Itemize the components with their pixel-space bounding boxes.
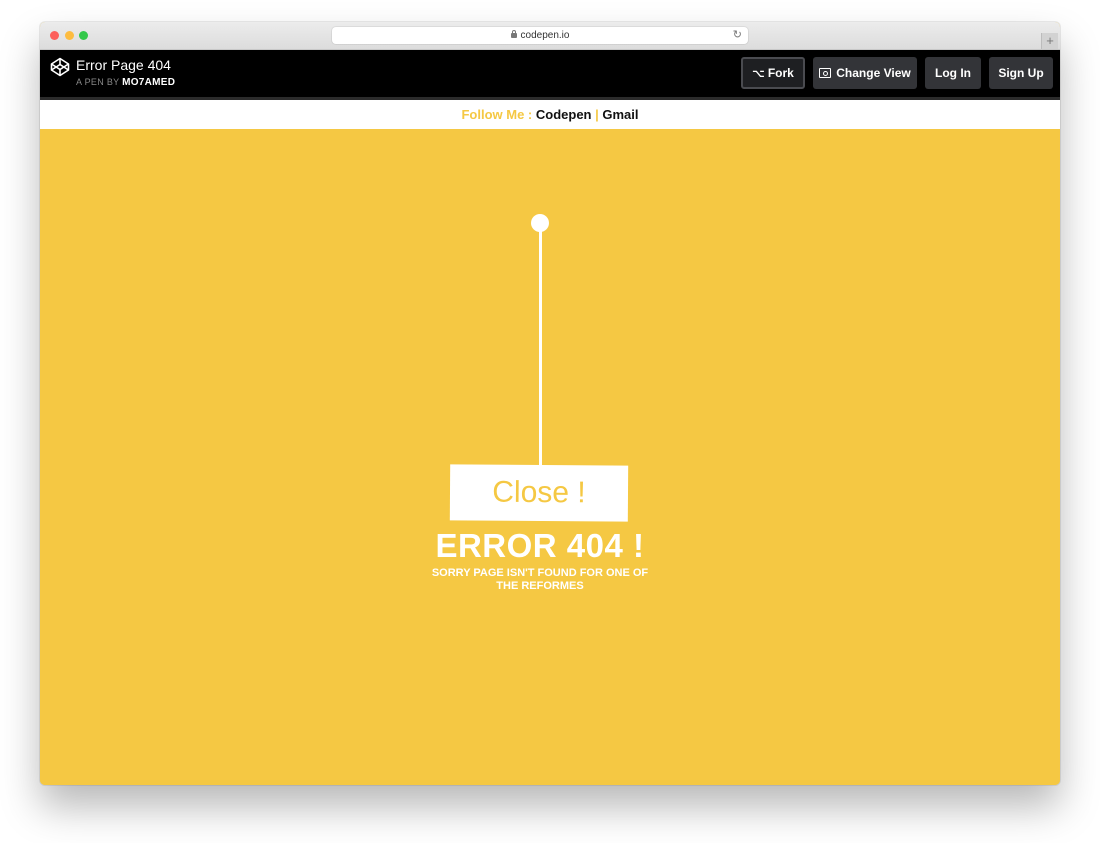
error-stage: Close ! ERROR 404 ! SORRY PAGE ISN'T FOU… [40,129,1060,785]
follow-separator: | [595,107,599,122]
byline-prefix: A PEN BY [76,77,120,87]
error-title: ERROR 404 ! [435,527,645,564]
lock-icon [510,30,517,38]
codepen-header: Error Page 404 A PEN BY MO7AMED ⌥ Fork Ch… [40,50,1060,100]
sign-string [539,229,542,466]
url-text: codepen.io [520,30,570,41]
browser-titlebar: codepen.io ↻ + [40,22,1060,50]
change-view-button[interactable]: Change View [813,57,917,89]
pen-byline: A PEN BY MO7AMED [76,76,175,89]
change-view-label: Change View [836,66,911,80]
error-subtitle: SORRY PAGE ISN'T FOUND FOR ONE OF THE RE… [431,567,649,592]
browser-window: codepen.io ↻ + Error Page 404 A PEN BY M… [40,22,1060,785]
close-sign[interactable]: Close ! [449,464,629,522]
pen-title[interactable]: Error Page 404 [76,57,171,73]
fork-label: Fork [767,66,794,80]
author-link[interactable]: MO7AMED [122,77,175,88]
fork-icon: ⌥ [752,68,765,80]
maximize-window-icon[interactable] [79,31,88,40]
gmail-link[interactable]: Gmail [602,107,638,122]
address-bar[interactable]: codepen.io ↻ [332,27,748,44]
follow-label: Follow Me : [461,107,533,122]
fork-button[interactable]: ⌥ Fork [741,57,805,89]
follow-bar: Follow Me : Codepen | Gmail [40,100,1060,129]
minimize-window-icon[interactable] [65,31,74,40]
view-icon [819,68,832,78]
reload-icon[interactable]: ↻ [733,27,742,44]
signup-button[interactable]: Sign Up [989,57,1053,89]
new-tab-button[interactable]: + [1041,33,1058,49]
codepen-logo-icon[interactable] [50,57,70,77]
login-button[interactable]: Log In [925,57,981,89]
codepen-link[interactable]: Codepen [536,107,592,122]
close-window-icon[interactable] [50,31,59,40]
